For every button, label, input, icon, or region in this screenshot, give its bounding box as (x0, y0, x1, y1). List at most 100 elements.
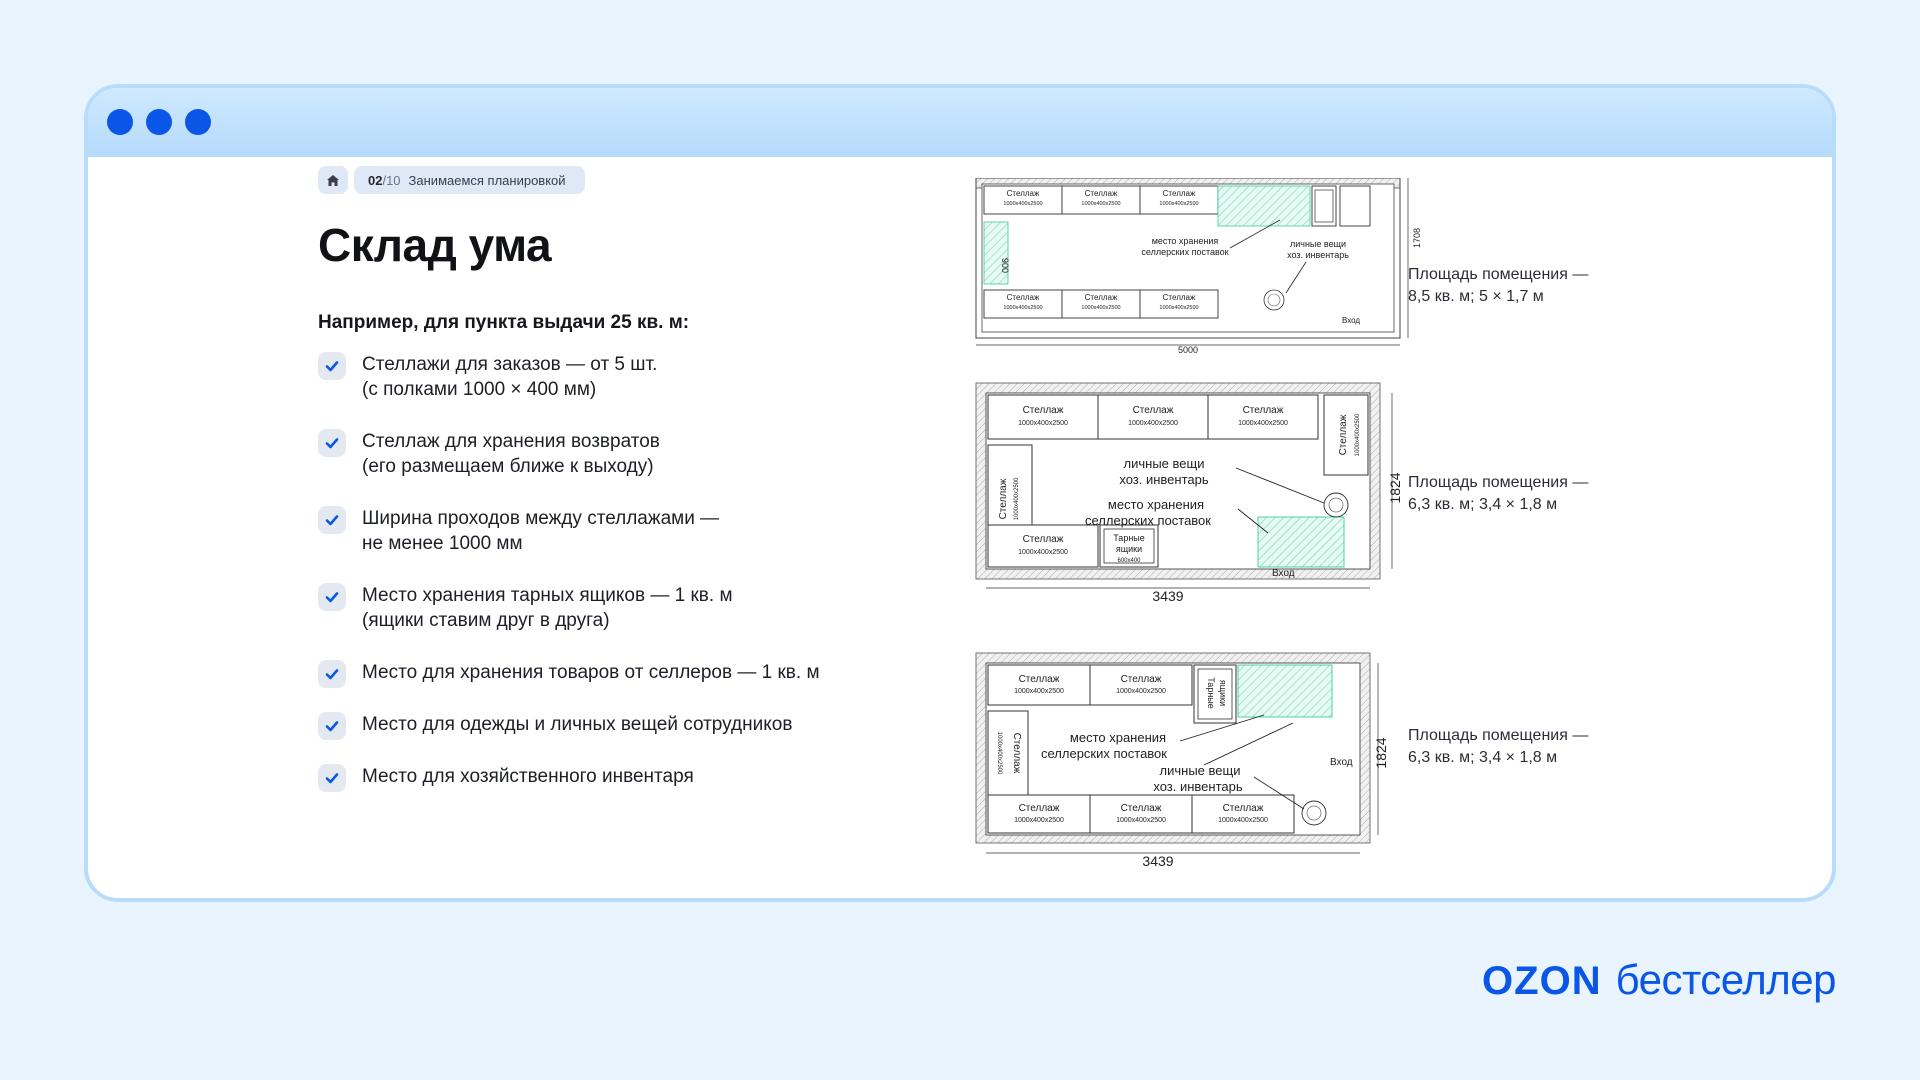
personal-label: личные вещи (1124, 456, 1205, 471)
rack-size: 1000х400х2500 (1014, 688, 1064, 695)
checklist-item: Место для хранения товаров от селлеров —… (318, 660, 820, 688)
checklist-item: Стеллажи для заказов — от 5 шт. (с полкам… (318, 352, 657, 402)
rack-label: Стеллаж (1019, 803, 1060, 814)
area-caption-line: Площадь помещения — (1408, 474, 1589, 491)
floor-plan-2: Стеллаж 1000х400х2500 Стеллаж 1000х400х2… (975, 382, 1403, 604)
rack (1097, 394, 1209, 440)
slide-window: 02 /10 Занимаемся планировкой Склад ума … (84, 84, 1836, 902)
breadcrumb-total: /10 (382, 172, 401, 188)
plan1-width: 5000 (1178, 345, 1198, 355)
rack-label: Стеллаж (1007, 293, 1040, 302)
plan3-width: 3439 (1142, 853, 1173, 869)
rack-size: 1000х400х2500 (1159, 305, 1198, 311)
checklist-item: Ширина проходов между стеллажами — не мен… (318, 506, 719, 556)
home-button[interactable] (318, 166, 348, 194)
plan3-height: 1824 (1373, 737, 1389, 768)
rack-label: Стеллаж (1085, 293, 1118, 302)
checklist-line: Стеллаж для хранения возвратов (362, 431, 660, 452)
storage-label: селлерских поставок (1085, 513, 1211, 528)
storage-label: место хранения (1108, 497, 1204, 512)
return-storage-zone (983, 221, 1009, 285)
area-caption-line: 6,3 кв. м; 3,4 × 1,8 м (1408, 496, 1558, 513)
checklist-line: (с полками 1000 × 400 мм) (362, 379, 597, 400)
aisle-dimension: 900 (1000, 258, 1010, 273)
personal-label: хоз. инвентарь (1287, 250, 1349, 260)
rack-label: Стеллаж (998, 478, 1009, 519)
checklist-line: Место для хранения товаров от селлеров —… (362, 662, 820, 683)
rack-label: Стеллаж (1023, 405, 1064, 416)
brand-logo: OZON бестселлер (1482, 956, 1836, 1004)
seller-storage-zone (1217, 185, 1311, 227)
rack-size: 1000х400х2500 (1003, 201, 1042, 207)
rack-label: Стеллаж (1023, 534, 1064, 545)
seller-storage-zone (1257, 516, 1345, 568)
rack-size: 1000х400х2500 (1003, 305, 1042, 311)
plan2-width: 3439 (1152, 588, 1183, 604)
checklist-line: Место хранения тарных ящиков — 1 кв. м (362, 585, 733, 606)
entrance-label: Вход (1342, 316, 1360, 325)
rack-label: Стеллаж (1243, 405, 1284, 416)
rack-label: Стеллаж (1121, 674, 1162, 685)
rack-size: 1000х400х2500 (1014, 477, 1020, 520)
rack (1089, 794, 1193, 834)
rack-size: 1000х400х2500 (1355, 413, 1361, 456)
rack-label: Стеллаж (1085, 189, 1118, 198)
seller-storage-zone (1237, 664, 1333, 718)
page-title: Склад ума (318, 219, 552, 271)
check-icon (318, 764, 346, 792)
window-dot-2 (146, 109, 172, 135)
checklist-line: Стеллажи для заказов — от 5 шт. (362, 354, 658, 375)
rack-size: 1000х400х2500 (996, 732, 1002, 775)
checklist-line: не менее 1000 мм (362, 533, 523, 554)
rack-label: Стеллаж (1019, 674, 1060, 685)
rack-size: 1000х400х2500 (1081, 305, 1120, 311)
rack-label: Стеллаж (1007, 189, 1040, 198)
sink-icon (1323, 492, 1349, 518)
rack (1207, 394, 1319, 440)
page-subtitle: Например, для пункта выдачи 25 кв. м: (318, 312, 690, 333)
sink-icon (1301, 800, 1327, 826)
breadcrumb-label: Занимаемся планировкой (408, 172, 566, 188)
check-icon (318, 583, 346, 611)
checklist-line: Место для одежды и личных вещей сотрудни… (362, 714, 793, 735)
home-icon (327, 174, 339, 186)
ozon-logo: OZON (1482, 959, 1602, 1003)
floor-plan-3: Стеллаж 1000х400х2500 Стеллаж 1000х400х2… (975, 652, 1389, 869)
check-icon (318, 712, 346, 740)
window-dot-3 (185, 109, 211, 135)
breadcrumb[interactable]: 02 /10 Занимаемся планировкой (354, 166, 585, 194)
checklist-item: Место для одежды и личных вещей сотрудни… (318, 712, 792, 740)
bestseller-logo-text: бестселлер (1615, 956, 1837, 1003)
personal-label: личные вещи (1290, 239, 1346, 249)
check-icon (318, 506, 346, 534)
plan2-height: 1824 (1387, 472, 1403, 503)
rack (987, 524, 1099, 568)
crates-size: 600х400 (1117, 558, 1141, 564)
rack-size: 1000х400х2500 (1018, 420, 1068, 427)
storage-label: селлерских поставок (1141, 247, 1228, 257)
rack (987, 664, 1091, 706)
rack (987, 794, 1091, 834)
rack-size: 1000х400х2500 (1128, 420, 1178, 427)
rack-label: Стеллаж (1163, 293, 1196, 302)
window-titlebar (88, 88, 1832, 157)
check-icon (318, 660, 346, 688)
rack-label: Стеллаж (1133, 405, 1174, 416)
area-caption-3: Площадь помещения — 6,3 кв. м; 3,4 × 1,8… (1408, 725, 1588, 769)
plan1-height: 1708 (1412, 228, 1422, 248)
rack-label: Стеллаж (1223, 803, 1264, 814)
personal-label: хоз. инвентарь (1153, 779, 1243, 794)
checklist-item: Место хранения тарных ящиков — 1 кв. м (я… (318, 583, 733, 633)
rack-size: 1000х400х2500 (1238, 420, 1288, 427)
sink-icon (1263, 289, 1285, 311)
rack-size: 1000х400х2500 (1159, 201, 1198, 207)
floor-plan-1: Стеллаж 1000х400х2500 Стеллаж 1000х400х2… (975, 178, 1422, 355)
rack (987, 394, 1099, 440)
rack-label: Стеллаж (1163, 189, 1196, 198)
window-dot-1 (107, 109, 133, 135)
check-icon (318, 429, 346, 457)
area-caption-line: Площадь помещения — (1408, 266, 1589, 283)
checklist-line: Место для хозяйственного инвентаря (362, 766, 694, 787)
area-caption-line: 8,5 кв. м; 5 × 1,7 м (1408, 288, 1544, 305)
rack-size: 1000х400х2500 (1116, 817, 1166, 824)
